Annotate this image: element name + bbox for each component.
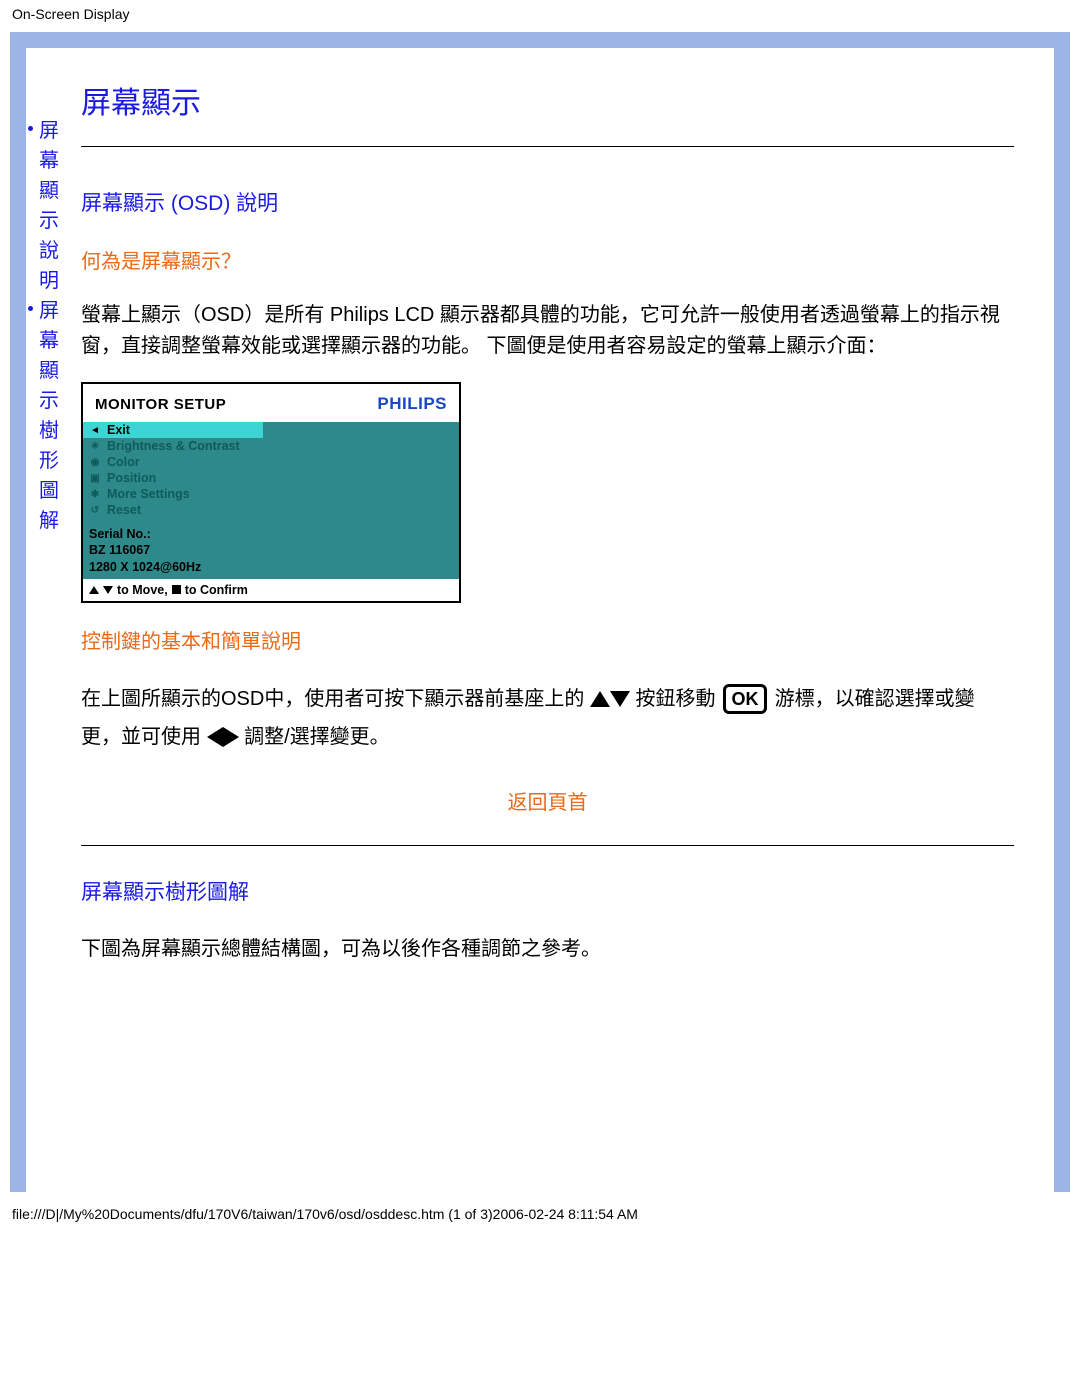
tree-intro-paragraph: 下圖為屏幕顯示總體結構圖，可為以後作各種調節之參考。 — [81, 934, 1014, 965]
file-path-footer: file:///D|/My%20Documents/dfu/170V6/taiw… — [0, 1198, 1080, 1226]
controls-heading: 控制鍵的基本和簡單說明 — [81, 625, 1014, 654]
osd-title: MONITOR SETUP — [95, 396, 226, 413]
osd-item-more: ✱More Settings — [83, 486, 263, 502]
osd-info-block: Serial No.: BZ 116067 1280 X 1024@60Hz — [83, 518, 459, 579]
osd-screenshot: MONITOR SETUP PHILIPS ◄Exit ☀Brightness … — [81, 382, 461, 603]
controls-paragraph: 在上圖所顯示的OSD中，使用者可按下顯示器前基座上的 按鈕移動 OK 游標，以確… — [81, 680, 1014, 756]
osd-item-reset: ↺Reset — [83, 502, 263, 518]
square-icon — [172, 585, 181, 594]
content-frame: 屏幕顯示說明 屏幕顯示樹形圖解 屏幕顯示 屏幕顯示 (OSD) 說明 何為是屏幕… — [10, 32, 1070, 1192]
question-what-is-osd: 何為是屏幕顯示？ — [81, 245, 1014, 274]
osd-intro-paragraph: 螢幕上顯示（OSD）是所有 Philips LCD 顯示器都具體的功能，它可允許… — [81, 300, 1014, 362]
back-to-top-link[interactable]: 返回頁首 — [508, 792, 588, 814]
main-content: 屏幕顯示 屏幕顯示 (OSD) 說明 何為是屏幕顯示？ 螢幕上顯示（OSD）是所… — [81, 78, 1054, 985]
osd-item-brightness: ☀Brightness & Contrast — [83, 438, 263, 454]
up-arrow-icon — [590, 691, 610, 707]
left-arrow-icon — [207, 727, 223, 747]
sidebar: 屏幕顯示說明 屏幕顯示樹形圖解 — [26, 78, 81, 985]
window-title: On-Screen Display — [0, 0, 1080, 28]
page-title: 屏幕顯示 — [81, 78, 1014, 122]
section-osd-desc-title: 屏幕顯示 (OSD) 說明 — [81, 187, 1014, 217]
bullet-icon — [28, 306, 33, 311]
sidebar-link-osd-tree[interactable]: 屏幕顯示樹形圖解 — [38, 296, 60, 536]
osd-item-exit: ◄Exit — [83, 422, 263, 438]
triangle-up-icon — [89, 586, 99, 594]
osd-item-position: ▣Position — [83, 470, 263, 486]
section-tree-title: 屏幕顯示樹形圖解 — [81, 876, 1014, 906]
philips-logo: PHILIPS — [377, 394, 447, 414]
right-arrow-icon — [223, 727, 239, 747]
divider — [81, 146, 1014, 147]
down-arrow-icon — [610, 691, 630, 707]
ok-button-icon: OK — [723, 684, 767, 714]
triangle-down-icon — [103, 586, 113, 594]
bullet-icon — [28, 126, 33, 131]
divider — [81, 845, 1014, 846]
osd-footer-hint: to Move, to Confirm — [83, 579, 459, 601]
sidebar-link-osd-desc[interactable]: 屏幕顯示說明 — [38, 116, 60, 296]
osd-item-color: ◉Color — [83, 454, 263, 470]
